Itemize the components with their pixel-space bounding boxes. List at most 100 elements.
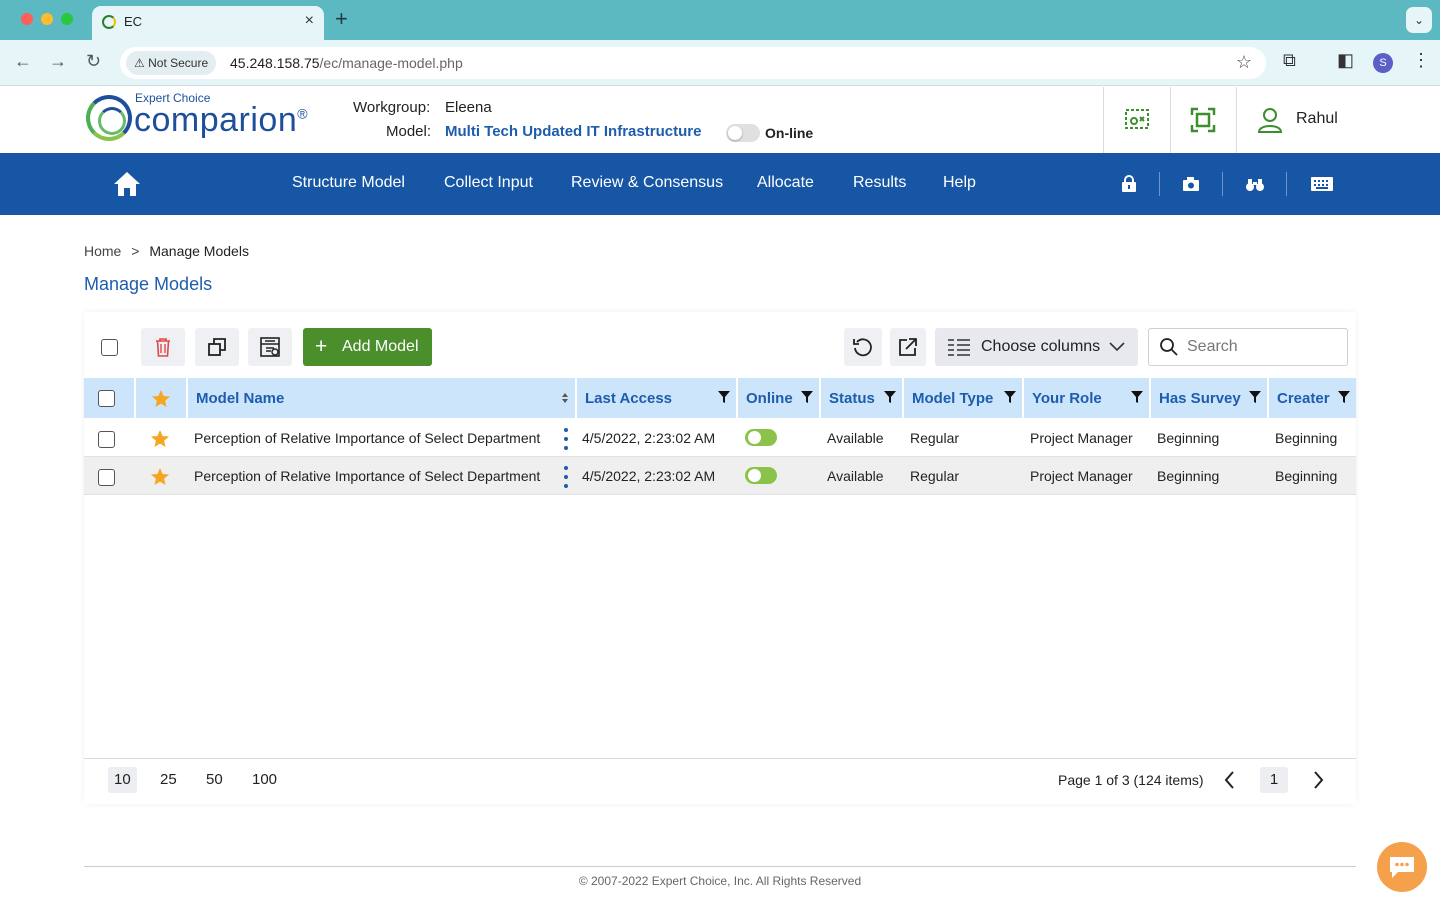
model-name-link[interactable]: Multi Tech Updated IT Infrastructure: [445, 123, 701, 140]
lock-icon[interactable]: [1119, 175, 1139, 193]
comparion-logo-icon[interactable]: [86, 95, 132, 141]
column-header-has-survey[interactable]: Has Survey: [1149, 378, 1267, 418]
filter-icon[interactable]: [1249, 391, 1261, 403]
tab-close-icon[interactable]: ×: [305, 12, 314, 30]
bookmark-star-icon[interactable]: ☆: [1236, 52, 1252, 73]
cell-status: Available: [827, 430, 884, 446]
search-input[interactable]: [1187, 337, 1337, 357]
user-icon[interactable]: [1256, 106, 1284, 134]
address-bar[interactable]: ⚠ Not Secure 45.248.158.75/ec/manage-mod…: [120, 47, 1266, 79]
online-toggle[interactable]: [726, 124, 760, 142]
add-model-button[interactable]: + Add Model: [303, 328, 432, 366]
select-all-toolbar-checkbox[interactable]: [101, 339, 118, 356]
select-all-checkbox[interactable]: [98, 390, 115, 407]
page-title: Manage Models: [84, 274, 213, 294]
cell-model-name[interactable]: Perception of Relative Importance of Sel…: [194, 468, 540, 484]
favorite-star-icon[interactable]: [150, 467, 170, 487]
column-header-online[interactable]: Online: [736, 378, 819, 418]
next-page-chevron-icon[interactable]: [1306, 767, 1330, 793]
column-header-your-role[interactable]: Your Role: [1022, 378, 1149, 418]
page-size-100[interactable]: 100: [246, 767, 283, 793]
choose-columns-button[interactable]: Choose columns: [935, 328, 1138, 366]
archive-box-icon: [260, 337, 280, 357]
favicon-icon: [102, 15, 116, 29]
filter-icon[interactable]: [801, 391, 813, 403]
filter-icon[interactable]: [1131, 391, 1143, 403]
nav-allocate[interactable]: Allocate: [757, 174, 814, 192]
nav-review-consensus[interactable]: Review & Consensus: [571, 174, 723, 192]
current-page-button[interactable]: 1: [1260, 767, 1288, 793]
nav-collect-input[interactable]: Collect Input: [444, 174, 533, 192]
header-divider: [1170, 87, 1171, 153]
online-label: On-line: [765, 125, 814, 141]
column-header-last-access[interactable]: Last Access: [575, 378, 736, 418]
export-button[interactable]: [890, 328, 926, 366]
table-row[interactable]: Perception of Relative Importance of Sel…: [84, 457, 1356, 495]
column-header-model-type[interactable]: Model Type: [902, 378, 1022, 418]
registered-mark: ®: [297, 105, 309, 122]
breadcrumb: Home > Manage Models: [84, 243, 249, 259]
maximize-window-button[interactable]: [61, 13, 73, 25]
copy-icon: [208, 338, 226, 356]
copy-button[interactable]: [195, 328, 239, 366]
table-row[interactable]: Perception of Relative Importance of Sel…: [84, 419, 1356, 457]
not-secure-badge[interactable]: ⚠ Not Secure: [126, 51, 217, 75]
user-name[interactable]: Rahul: [1296, 110, 1338, 128]
cell-model-name[interactable]: Perception of Relative Importance of Sel…: [194, 430, 540, 446]
page-size-10[interactable]: 10: [108, 767, 137, 793]
column-header-model-name[interactable]: Model Name: [186, 378, 575, 418]
minimize-window-button[interactable]: [41, 13, 53, 25]
binoculars-icon[interactable]: [1245, 175, 1265, 193]
filter-icon[interactable]: [718, 391, 730, 403]
column-header-status[interactable]: Status: [819, 378, 902, 418]
breadcrumb-home[interactable]: Home: [84, 243, 121, 259]
filter-icon[interactable]: [1338, 391, 1350, 403]
close-window-button[interactable]: [21, 13, 33, 25]
nav-results[interactable]: Results: [853, 174, 906, 192]
camera-icon[interactable]: [1181, 175, 1201, 193]
nav-structure-model[interactable]: Structure Model: [292, 174, 405, 192]
row-checkbox[interactable]: [98, 469, 115, 486]
favorite-column-header[interactable]: [134, 378, 186, 418]
refresh-button[interactable]: [844, 328, 882, 366]
row-menu-kebab-icon[interactable]: [564, 427, 568, 451]
home-icon[interactable]: [112, 169, 142, 199]
menu-kebab-icon[interactable]: ⋮: [1412, 50, 1430, 71]
archive-button[interactable]: [248, 328, 292, 366]
column-header-creater[interactable]: Creater: [1267, 378, 1356, 418]
nav-help[interactable]: Help: [943, 174, 976, 192]
extensions-puzzle-icon[interactable]: ⧉: [1283, 50, 1296, 71]
models-grid-panel: + Add Model Choose columns Search Model …: [84, 312, 1356, 804]
browser-tab[interactable]: EC ×: [92, 6, 324, 40]
profile-avatar[interactable]: S: [1373, 53, 1393, 73]
row-menu-kebab-icon[interactable]: [564, 465, 568, 489]
chat-button[interactable]: [1377, 842, 1427, 892]
search-box[interactable]: [1148, 328, 1348, 366]
cell-last-access: 4/5/2022, 2:23:02 AM: [582, 468, 716, 484]
favorite-star-icon[interactable]: [150, 429, 170, 449]
filter-icon[interactable]: [1004, 391, 1016, 403]
online-switch[interactable]: [745, 429, 777, 446]
filter-icon[interactable]: [884, 391, 896, 403]
page-size-25[interactable]: 25: [154, 767, 183, 793]
forward-arrow-icon[interactable]: →: [49, 51, 67, 72]
prev-page-chevron-icon[interactable]: [1218, 767, 1242, 793]
url-text: 45.248.158.75/ec/manage-model.php: [230, 55, 463, 71]
tab-search-chevron-icon[interactable]: ⌄: [1406, 7, 1432, 33]
model-map-icon[interactable]: [1124, 107, 1150, 133]
new-tab-icon[interactable]: +: [335, 6, 348, 32]
keyboard-icon[interactable]: [1310, 175, 1334, 193]
breadcrumb-current: Manage Models: [149, 243, 249, 259]
logo-text[interactable]: comparion®: [134, 101, 308, 140]
online-switch[interactable]: [745, 467, 777, 484]
trash-icon: [156, 338, 170, 357]
workgroup-value: Eleena: [445, 99, 492, 116]
back-arrow-icon[interactable]: ←: [14, 51, 32, 72]
delete-button[interactable]: [141, 328, 185, 366]
reload-icon[interactable]: ↻: [86, 51, 101, 72]
row-checkbox[interactable]: [98, 431, 115, 448]
page-size-50[interactable]: 50: [200, 767, 229, 793]
sidebar-toggle-icon[interactable]: ◧: [1337, 50, 1354, 71]
fullscreen-icon[interactable]: [1190, 107, 1216, 133]
sort-icon[interactable]: [559, 392, 571, 404]
